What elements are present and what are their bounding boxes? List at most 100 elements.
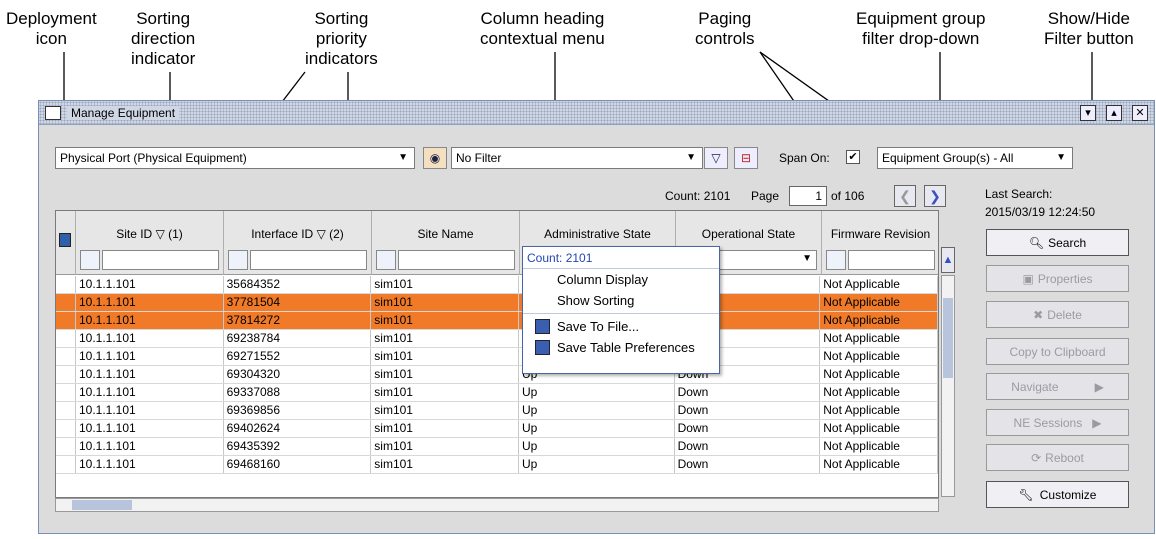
table-cell-marker — [56, 276, 76, 293]
chevron-down-icon: ▼ — [398, 152, 408, 163]
table-header: Site ID ▽ (1) Interface ID ▽ (2) Site Na… — [56, 211, 938, 275]
filter-dropdown[interactable]: No Filter ▼ — [451, 147, 703, 169]
table-row[interactable]: 10.1.1.10169271552sim101UNot Applicable — [56, 348, 938, 366]
delete-button[interactable]: ✖ Delete — [986, 301, 1129, 328]
previous-page-button[interactable]: ❮ — [894, 185, 916, 207]
column-filter-button[interactable] — [80, 250, 100, 270]
window-title: Manage Equipment — [67, 105, 180, 120]
span-on-label: Span On: — [779, 151, 830, 165]
column-label: Site ID — [116, 227, 153, 241]
next-page-button[interactable]: ❯ — [924, 185, 946, 207]
table-cell-site-id: 10.1.1.101 — [76, 366, 224, 383]
table-cell-fw: Not Applicable — [820, 276, 938, 293]
table-cell-marker — [56, 438, 76, 455]
table-cell-oper: Down — [675, 456, 821, 473]
table-row[interactable]: 10.1.1.101 69369856 sim101 Up Down Not Applic… — [56, 402, 938, 420]
navigate-button[interactable]: Navigate ▶ — [986, 373, 1129, 400]
span-on-checkbox[interactable]: ✔ — [846, 150, 860, 164]
table-row[interactable]: 10.1.1.10135684352sim101UNot Applicable — [56, 276, 938, 294]
page-label: Page — [751, 189, 780, 203]
table-cell-oper: Down — [675, 438, 821, 455]
properties-icon: ▣ — [1022, 271, 1034, 286]
callout-deployment-icon: Deployment icon — [6, 9, 97, 48]
copy-button-label: Copy to Clipboard — [1009, 344, 1106, 359]
deployment-column[interactable] — [56, 211, 76, 275]
clear-filter-icon[interactable]: ⊟ — [734, 147, 758, 169]
column-filter-button[interactable] — [376, 250, 396, 270]
menu-item-save-table-preferences[interactable]: Save Table Preferences — [523, 337, 719, 358]
reboot-button[interactable]: ⟳ Reboot — [986, 444, 1129, 471]
column-header-site-id[interactable]: Site ID ▽ (1) — [76, 211, 224, 275]
object-type-dropdown[interactable]: Physical Port (Physical Equipment) ▼ — [55, 147, 415, 169]
minimize-icon[interactable]: ▾ — [1080, 104, 1096, 121]
table-row[interactable]: 10.1.1.101 69435392 sim101 Up Down Not Applic… — [56, 438, 938, 456]
filter-chooser-icon[interactable]: ◉ — [423, 147, 447, 169]
properties-button[interactable]: ▣ Properties — [986, 265, 1129, 292]
column-header-firmware[interactable]: Firmware Revision — [822, 211, 938, 275]
table-cell-interface-id: 69238784 — [224, 330, 372, 347]
callout-show-hide: Show/Hide Filter button — [1044, 9, 1134, 48]
chevron-down-icon: ▼ — [686, 152, 696, 163]
maximize-icon[interactable]: ▴ — [1106, 104, 1122, 121]
scroll-thumb[interactable] — [943, 298, 953, 378]
column-label: Interface ID — [251, 227, 314, 241]
filter-value: No Filter — [456, 151, 502, 165]
reboot-icon: ⟳ — [1031, 450, 1042, 465]
table-cell-interface-id: 69402624 — [224, 420, 372, 437]
chevron-down-icon: ▼ — [802, 253, 812, 264]
callout-sort-direction: Sorting direction indicator — [131, 9, 196, 68]
callout-column-menu: Column heading contextual menu — [480, 9, 605, 48]
column-filter-button[interactable] — [826, 250, 846, 270]
table-cell-oper: Down — [675, 420, 821, 437]
table-cell-marker — [56, 348, 76, 365]
chevron-right-icon: ▶ — [1092, 415, 1102, 430]
table-cell-site-id: 10.1.1.101 — [76, 402, 224, 419]
menu-item-column-display[interactable]: Column Display — [523, 269, 719, 290]
scroll-thumb[interactable] — [72, 500, 132, 510]
menu-item-show-sorting[interactable]: Show Sorting — [523, 290, 719, 311]
equipment-table[interactable]: Site ID ▽ (1) Interface ID ▽ (2) Site Na… — [55, 210, 939, 498]
close-icon[interactable]: ✕ — [1132, 104, 1148, 121]
column-header-interface-id[interactable]: Interface ID ▽ (2) — [224, 211, 372, 275]
table-row[interactable]: 10.1.1.101 69304320 sim101 Up Down Not Applic… — [56, 366, 938, 384]
customize-button[interactable]: 🔧︎ Customize — [986, 481, 1129, 508]
callout-paging: Paging controls — [695, 9, 755, 48]
table-cell-site-name: sim101 — [371, 420, 519, 437]
table-row[interactable]: 10.1.1.101 69337088 sim101 Up Down Not Applic… — [56, 384, 938, 402]
column-filter-input[interactable] — [250, 250, 367, 270]
equipment-group-dropdown[interactable]: Equipment Group(s) - All ▼ — [877, 147, 1073, 169]
table-cell-oper: Down — [675, 384, 821, 401]
menu-item-save-to-file[interactable]: Save To File... — [523, 316, 719, 337]
table-cell-interface-id: 69337088 — [224, 384, 372, 401]
copy-to-clipboard-button[interactable]: Copy to Clipboard — [986, 338, 1129, 365]
window-titlebar[interactable]: Manage Equipment ▾ ▴ ✕ — [39, 101, 1154, 125]
ne-sessions-button-label: NE Sessions — [1013, 415, 1083, 430]
column-filter-input[interactable] — [102, 250, 219, 270]
table-row[interactable]: 10.1.1.101 69468160 sim101 Up Down Not Applic… — [56, 456, 938, 474]
table-row[interactable]: 10.1.1.10137814272sim101UNot Applicable — [56, 312, 938, 330]
table-cell-marker — [56, 366, 76, 383]
table-cell-site-name: sim101 — [371, 402, 519, 419]
column-header-site-name[interactable]: Site Name — [372, 211, 520, 275]
show-hide-filter-button[interactable]: ▲ — [941, 247, 955, 273]
column-filter-button[interactable] — [228, 250, 248, 270]
search-button[interactable]: 🔍︎ Search — [986, 229, 1129, 256]
funnel-filter-icon[interactable]: ▽ — [704, 147, 728, 169]
table-cell-site-name: sim101 — [371, 438, 519, 455]
vertical-scrollbar[interactable] — [941, 275, 955, 497]
ne-sessions-button[interactable]: NE Sessions ▶ — [986, 409, 1129, 436]
table-cell-fw: Not Applicable — [820, 330, 938, 347]
table-row[interactable]: 10.1.1.101 69402624 sim101 Up Down Not Applic… — [56, 420, 938, 438]
column-label: Administrative State — [544, 227, 651, 241]
table-cell-site-id: 10.1.1.101 — [76, 348, 224, 365]
table-row[interactable]: 10.1.1.10137781504sim101UNot Applicable — [56, 294, 938, 312]
sort-indicator: ▽ (2) — [316, 227, 344, 241]
column-filter-input[interactable] — [848, 250, 935, 270]
sort-indicator: ▽ (1) — [155, 227, 183, 241]
column-filter-input[interactable] — [398, 250, 515, 270]
table-body: 10.1.1.10135684352sim101UNot Applicable1… — [56, 276, 938, 474]
page-number-input[interactable]: 1 — [789, 186, 827, 206]
horizontal-scrollbar[interactable] — [55, 498, 939, 512]
wrench-icon: 🔧︎ — [1018, 487, 1034, 502]
table-row[interactable]: 10.1.1.10169238784sim101UNot Applicable — [56, 330, 938, 348]
